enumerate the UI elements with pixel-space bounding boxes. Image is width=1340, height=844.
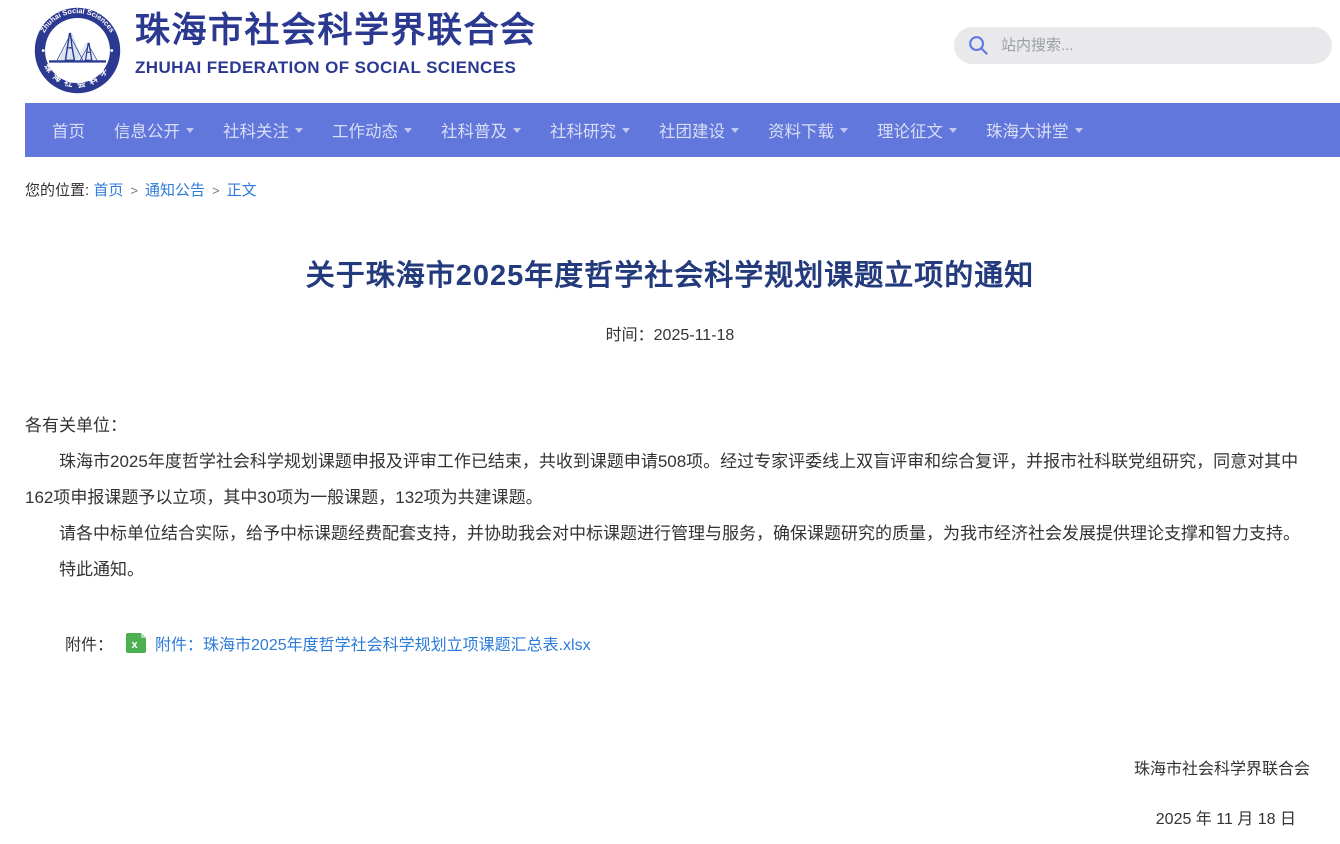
chevron-down-icon bbox=[731, 128, 739, 133]
nav-item-association-building[interactable]: 社团建设 bbox=[653, 118, 745, 142]
site-header: Zhuhai Social Sciences 珠海社会科学 bbox=[0, 0, 1340, 103]
nav-item-label: 社科关注 bbox=[223, 118, 289, 142]
site-search[interactable] bbox=[954, 27, 1332, 64]
nav-item-science-popularization[interactable]: 社科普及 bbox=[435, 118, 527, 142]
nav-item-label: 社科普及 bbox=[441, 118, 507, 142]
article-paragraph: 请各中标单位结合实际，给予中标课题经费配套支持，并协助我会对中标课题进行管理与服… bbox=[25, 516, 1315, 552]
nav-item-label: 资料下载 bbox=[768, 118, 834, 142]
breadcrumb-links: 首页 > 通知公告 > 正文 bbox=[93, 182, 256, 199]
breadcrumb-separator: > bbox=[130, 183, 138, 198]
breadcrumb-separator: > bbox=[212, 183, 220, 198]
article-timestamp: 时间：2025-11-18 bbox=[0, 321, 1340, 345]
site-title-block[interactable]: 珠海市社会科学界联合会 ZHUHAI FEDERATION OF SOCIAL … bbox=[135, 11, 537, 78]
site-name: 珠海市社会科学界联合会 bbox=[135, 11, 537, 51]
attachment-link[interactable]: 附件：珠海市2025年度哲学社会科学规划立项课题汇总表.xlsx bbox=[155, 631, 591, 655]
nav-item-label: 工作动态 bbox=[332, 118, 398, 142]
nav-item-downloads[interactable]: 资料下载 bbox=[762, 118, 854, 142]
nav-item-label: 社科研究 bbox=[550, 118, 616, 142]
svg-text:x: x bbox=[131, 639, 138, 651]
nav-item-label: 社团建设 bbox=[659, 118, 725, 142]
chevron-down-icon bbox=[295, 128, 303, 133]
chevron-down-icon bbox=[1075, 128, 1083, 133]
chevron-down-icon bbox=[513, 128, 521, 133]
nav-item-work-news[interactable]: 工作动态 bbox=[326, 118, 418, 142]
article-paragraph: 特此通知。 bbox=[25, 552, 1315, 588]
nav-item-label: 信息公开 bbox=[114, 118, 180, 142]
article-body: 各有关单位： 珠海市2025年度哲学社会科学规划课题申报及评审工作已结束，共收到… bbox=[25, 408, 1315, 588]
article-salutation: 各有关单位： bbox=[25, 408, 1315, 444]
site-name-english: ZHUHAI FEDERATION OF SOCIAL SCIENCES bbox=[135, 58, 537, 78]
seal-bridge-icon: Zhuhai Social Sciences 珠海社会科学 bbox=[33, 6, 122, 95]
breadcrumb: 您的位置: 首页 > 通知公告 > 正文 bbox=[25, 179, 1340, 200]
breadcrumb-link-1[interactable]: 首页 bbox=[93, 182, 123, 199]
nav-item-info-disclosure[interactable]: 信息公开 bbox=[108, 118, 200, 142]
nav-item-home[interactable]: 首页 bbox=[46, 118, 91, 142]
attachment-row: 附件： x 附件：珠海市2025年度哲学社会科学规划立项课题汇总表.xlsx bbox=[65, 631, 1340, 655]
nav-item-theory-essays[interactable]: 理论征文 bbox=[871, 118, 963, 142]
chevron-down-icon bbox=[404, 128, 412, 133]
chevron-down-icon bbox=[949, 128, 957, 133]
breadcrumb-prefix: 您的位置: bbox=[25, 182, 89, 199]
main-nav: 首页 信息公开 社科关注 工作动态 社科普及 社科研究 社团建设 资料下载 理论征文 珠海大讲堂 bbox=[25, 103, 1340, 157]
breadcrumb-link-3[interactable]: 正文 bbox=[227, 182, 257, 199]
excel-file-icon: x bbox=[124, 631, 148, 655]
signature-organization: 珠海市社会科学界联合会 bbox=[0, 755, 1340, 779]
nav-item-zhuhai-lecture-hall[interactable]: 珠海大讲堂 bbox=[980, 118, 1089, 142]
page-title: 关于珠海市2025年度哲学社会科学规划课题立项的通知 bbox=[40, 252, 1300, 294]
attachment-label: 附件： bbox=[65, 631, 113, 655]
signature-date: 2025 年 11 月 18 日 bbox=[0, 805, 1340, 829]
chevron-down-icon bbox=[622, 128, 630, 133]
site-logo[interactable]: Zhuhai Social Sciences 珠海社会科学 bbox=[33, 6, 122, 95]
nav-item-label: 首页 bbox=[52, 118, 85, 142]
nav-item-label: 理论征文 bbox=[877, 118, 943, 142]
chevron-down-icon bbox=[186, 128, 194, 133]
search-icon[interactable] bbox=[968, 35, 989, 56]
search-input[interactable] bbox=[999, 36, 1318, 55]
article-paragraph: 珠海市2025年度哲学社会科学规划课题申报及评审工作已结束，共收到课题申请508… bbox=[25, 444, 1315, 516]
nav-item-social-science-focus[interactable]: 社科关注 bbox=[217, 118, 309, 142]
chevron-down-icon bbox=[840, 128, 848, 133]
nav-item-science-research[interactable]: 社科研究 bbox=[544, 118, 636, 142]
breadcrumb-link-2[interactable]: 通知公告 bbox=[145, 182, 205, 199]
nav-item-label: 珠海大讲堂 bbox=[986, 118, 1069, 142]
